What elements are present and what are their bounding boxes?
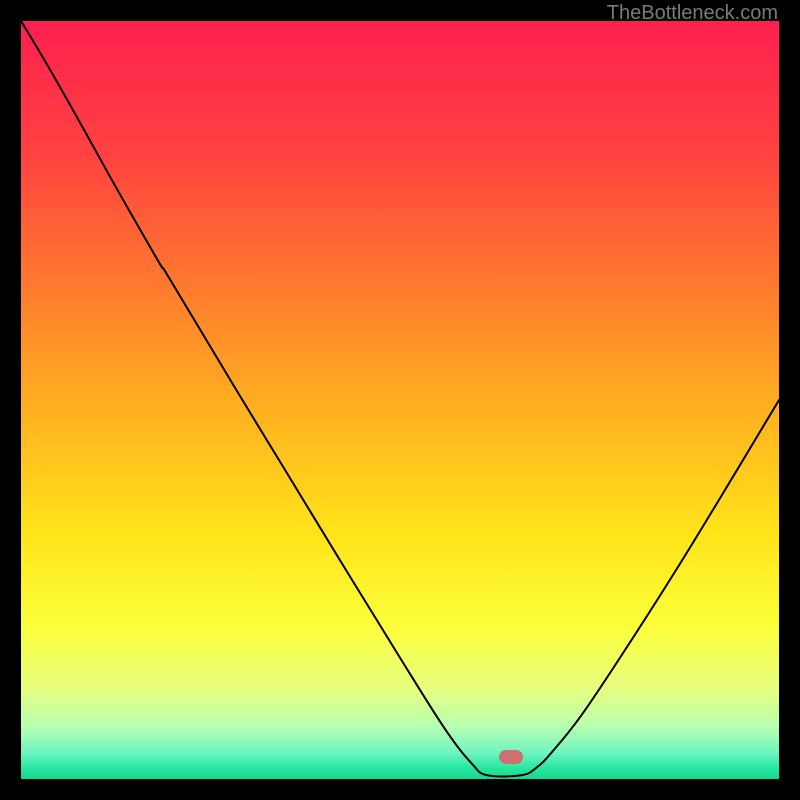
optimal-point-marker <box>499 750 523 764</box>
bottleneck-curve <box>21 21 779 777</box>
plot-area <box>21 21 779 779</box>
chart-container: TheBottleneck.com <box>0 0 800 800</box>
curve-layer <box>21 21 779 779</box>
watermark-text: TheBottleneck.com <box>607 2 778 25</box>
